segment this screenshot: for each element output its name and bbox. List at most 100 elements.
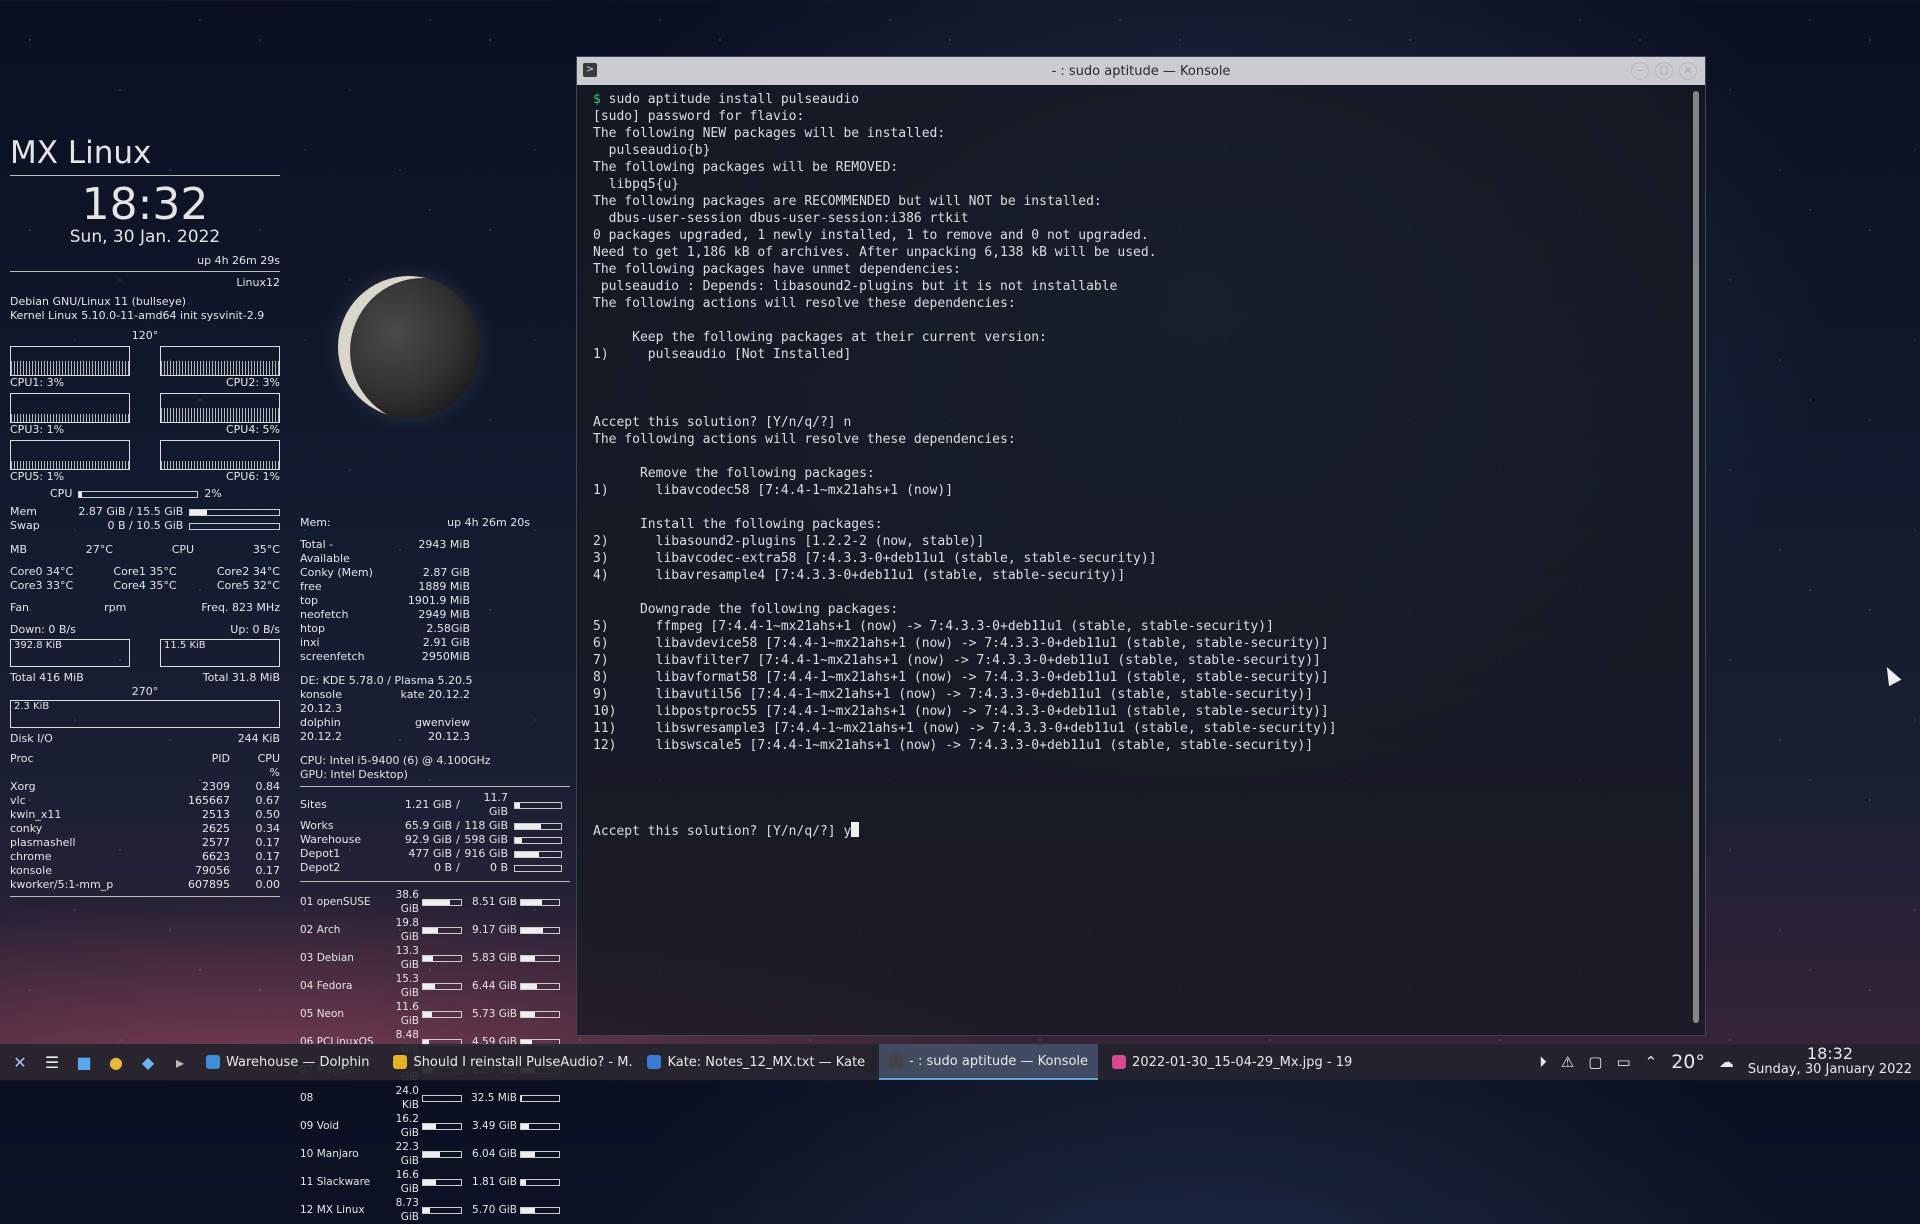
terminal-line-text: The following packages will be REMOVED: [593,160,899,175]
process-pid: 607895 [188,878,230,891]
partition-root-bar [422,954,462,962]
fan-freq-row: Fan rpm Freq. 823 MHz [10,601,280,614]
maximize-icon[interactable]: □ [1655,62,1673,80]
taskbar-task[interactable]: 2022-01-30_15-04-29_Mx.jpg - 192... [1102,1044,1352,1080]
clock-date: Sunday, 30 January 2022 [1747,1062,1912,1077]
partition-root-bar [422,1150,462,1158]
taskbar-task[interactable]: - : sudo aptitude — Konsole [879,1044,1099,1080]
cpu-graph-scale: 120° [131,329,159,342]
terminal-line: 7) libavfilter7 [7:4.4-1~mx21ahs+1 (now)… [593,652,1683,669]
cpu1-label: CPU1: 3% [10,376,65,389]
chrome-icon[interactable]: ● [104,1050,128,1074]
filesystem-row: Warehouse 92.9 GiB / 598 GiB [300,833,570,847]
partition-home-bar [520,1010,560,1018]
taskbar-task[interactable]: Should I reinstall PulseAudio? - M... [383,1044,633,1080]
task-label: Warehouse — Dolphin [226,1054,370,1070]
filesystem-separator: / [456,861,460,874]
terminal-line-text: The following NEW packages will be insta… [593,126,946,141]
terminal-line: 2) libasound2-plugins [1.2.2-2 (now, sta… [593,533,1683,550]
filesystem-usage-bar [514,801,562,809]
terminal-launcher-icon[interactable]: ▸ [168,1050,192,1074]
net-graphs: 392.8 KiB 11.5 KiB [10,639,280,667]
process-cpu: 0.17 [255,836,281,849]
cloud-icon[interactable]: ☁ [1719,1053,1734,1071]
partition-row: 11 Slackware 16.6 GiB 1.81 GiB [300,1168,570,1196]
terminal-line-text: 1) libavcodec58 [7:4.4-1~mx21ahs+1 (now)… [593,483,954,498]
partition-home-used: 1.81 GiB [472,1176,517,1188]
konsole-window[interactable]: > - : sudo aptitude — Konsole – □ × $ su… [576,56,1706,1036]
terminal-line-text: Remove the following packages: [593,466,875,481]
filesystem-usage-bar [514,850,562,858]
process-name: chrome [10,850,52,863]
cpu1-graph [10,346,130,376]
clipboard-icon[interactable]: ▢ [1588,1053,1602,1071]
terminal-line: The following packages have unmet depend… [593,261,1683,278]
uptime: up 4h 26m 29s [197,254,280,267]
terminal-line-text: 10) libpostproc55 [7:4.4-1~mx21ahs+1 (no… [593,704,1329,719]
process-pid: 2577 [202,836,230,849]
media-player-icon[interactable]: ⏵ [1539,1053,1547,1071]
partition-root-used: 11.6 GiB [395,1001,419,1027]
update-icon[interactable]: ⚠ [1561,1053,1574,1071]
scrollbar-thumb[interactable] [1693,91,1699,1023]
terminal-line-text: 0 packages upgraded, 1 newly installed, … [593,228,1149,243]
terminal-line-text: 7) libavfilter7 [7:4.4-1~mx21ahs+1 (now)… [593,653,1321,668]
terminal-line: [sudo] password for flavio: [593,108,1683,125]
filesystem-name: Warehouse [300,833,362,846]
terminal-line: Remove the following packages: [593,465,1683,482]
taskbar-task[interactable]: Warehouse — Dolphin [196,1044,379,1080]
partition-home-bar [520,954,560,962]
process-cpu: 0.34 [255,822,281,835]
memory-item-value: 2.58GiB [426,622,470,635]
weather-temperature[interactable]: 20° [1671,1051,1705,1073]
text-cursor [851,822,860,837]
cpu5-label: CPU5: 1% [10,470,65,483]
partition-home-used: 6.04 GiB [472,1148,517,1160]
partition-home-bar [520,1178,560,1186]
task-label: - : sudo aptitude — Konsole [909,1053,1089,1069]
terminal-line: libpq5{u} [593,176,1683,193]
mx-menu-icon[interactable]: ✕ [8,1050,32,1074]
chevron-up-icon[interactable]: ⌃ [1645,1053,1658,1071]
terminal-line: Keep the following packages at their cur… [593,329,1683,346]
terminal-line: Accept this solution? [Y/n/q/?] n [593,414,1683,431]
terminal-line: The following packages are RECOMMENDED b… [593,193,1683,210]
os-name: Debian GNU/Linux 11 (bullseye) [10,295,187,308]
taskbar-clock[interactable]: 18:32 Sunday, 30 January 2022 [1748,1046,1912,1078]
mem-row: Mem 2.87 GiB / 15.5 GiB [10,505,280,519]
partition-root-bar [422,1178,462,1186]
memory-item-label: top [300,594,319,607]
terminal-line-text: The following packages are RECOMMENDED b… [593,194,1102,209]
cpu2-label: CPU2: 3% [225,376,280,389]
terminal-scrollbar[interactable] [1693,91,1699,1023]
partition-home-used: 3.49 GiB [472,1120,517,1132]
terminal-icon[interactable]: > [583,63,597,77]
memory-item-value: 2.91 GiB [422,636,470,649]
terminal-line-text: 1) pulseaudio [Not Installed] [593,347,852,362]
partition-name: 10 Manjaro [300,1148,359,1160]
close-icon[interactable]: × [1679,62,1697,80]
partition-root-used: 16.6 GiB [395,1169,419,1195]
terminal-line: 8) libavformat58 [7:4.4-1~mx21ahs+1 (now… [593,669,1683,686]
folder-icon[interactable]: ■ [72,1050,96,1074]
filesystem-row: Depot2 0 B / 0 B [300,861,570,875]
minimize-icon[interactable]: – [1631,62,1649,80]
partition-name: 03 Debian [300,952,354,964]
taskbar-task[interactable]: Kate: Notes_12_MX.txt — Kate [637,1044,875,1080]
task-manager-icon[interactable]: ☰ [40,1050,64,1074]
upload-graph: 11.5 KiB [160,639,280,667]
partition-row: 01 openSUSE 38.6 GiB 8.51 GiB [300,888,570,916]
chrome-icon [393,1055,408,1069]
app-launcher-icon[interactable]: ◆ [136,1050,160,1074]
partition-root-used: 15.3 GiB [395,973,419,999]
partition-row: 09 Void 16.2 GiB 3.49 GiB [300,1112,570,1140]
network-icon[interactable]: ▭ [1616,1053,1630,1071]
partition-root-bar [422,1206,462,1214]
window-titlebar[interactable]: > - : sudo aptitude — Konsole – □ × [577,57,1705,85]
partition-root-used: 24.0 KiB [395,1085,419,1111]
terminal-output[interactable]: $ sudo aptitude install pulseaudio [sudo]… [593,91,1683,1025]
